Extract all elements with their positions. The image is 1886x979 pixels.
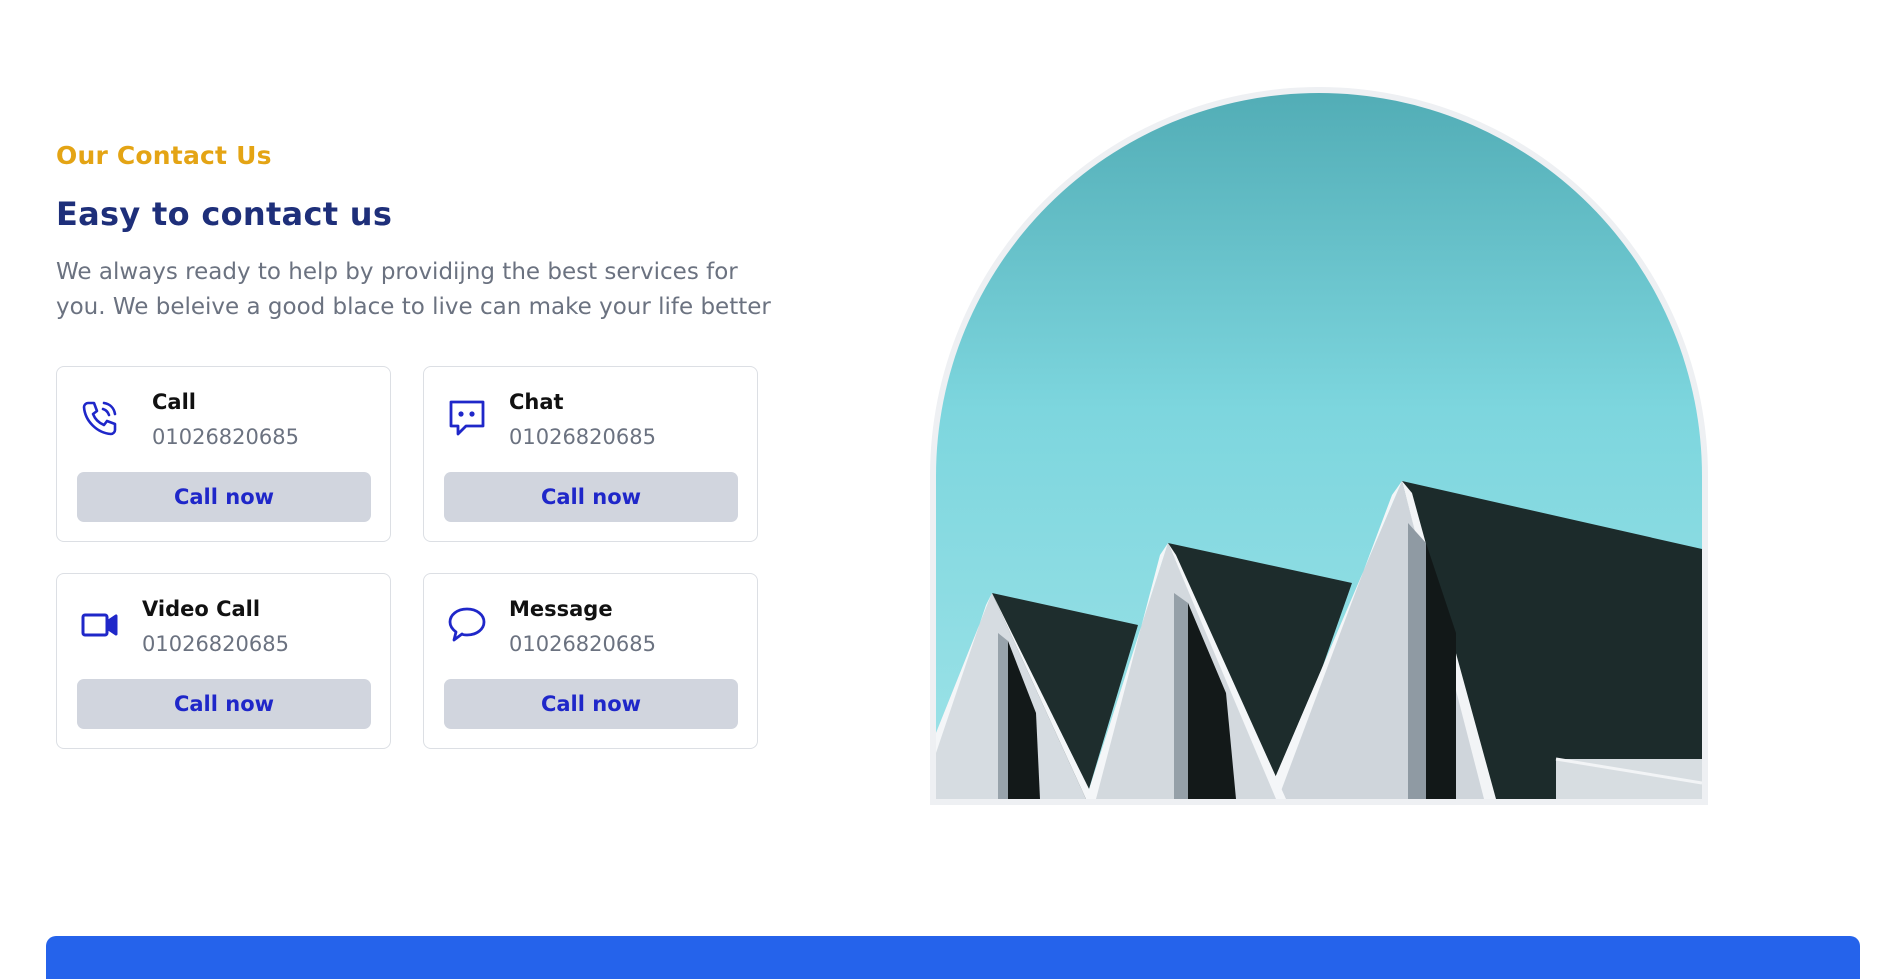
- call-now-button[interactable]: Call now: [444, 679, 738, 729]
- hero-image-frame: [930, 87, 1708, 805]
- call-now-button[interactable]: Call now: [77, 679, 371, 729]
- card-label: Message: [509, 597, 613, 621]
- card-number: 01026820685: [509, 632, 656, 656]
- card-number: 01026820685: [509, 425, 656, 449]
- contact-card-call: Call 01026820685 Call now: [56, 366, 391, 542]
- section-title: Easy to contact us: [56, 195, 393, 233]
- footer-banner: [46, 936, 1860, 979]
- description-line-1: We always ready to help by providijng th…: [56, 259, 738, 285]
- call-now-button[interactable]: Call now: [77, 472, 371, 522]
- section-eyebrow: Our Contact Us: [56, 141, 272, 170]
- video-icon: [79, 604, 121, 646]
- contact-card-chat: Chat 01026820685 Call now: [423, 366, 758, 542]
- call-now-button[interactable]: Call now: [444, 472, 738, 522]
- chat-icon: [446, 397, 488, 439]
- card-label: Chat: [509, 390, 564, 414]
- card-number: 01026820685: [152, 425, 299, 449]
- card-label: Video Call: [142, 597, 261, 621]
- section-description: We always ready to help by providijng th…: [56, 255, 776, 325]
- description-line-2: you. We beleive a good blace to live can…: [56, 294, 771, 320]
- contact-card-message: Message 01026820685 Call now: [423, 573, 758, 749]
- houses-image: [936, 93, 1702, 799]
- contact-section: Our Contact Us Easy to contact us We alw…: [0, 0, 1886, 979]
- phone-icon: [79, 397, 121, 439]
- card-label: Call: [152, 390, 196, 414]
- message-icon: [446, 604, 488, 646]
- contact-card-video-call: Video Call 01026820685 Call now: [56, 573, 391, 749]
- card-number: 01026820685: [142, 632, 289, 656]
